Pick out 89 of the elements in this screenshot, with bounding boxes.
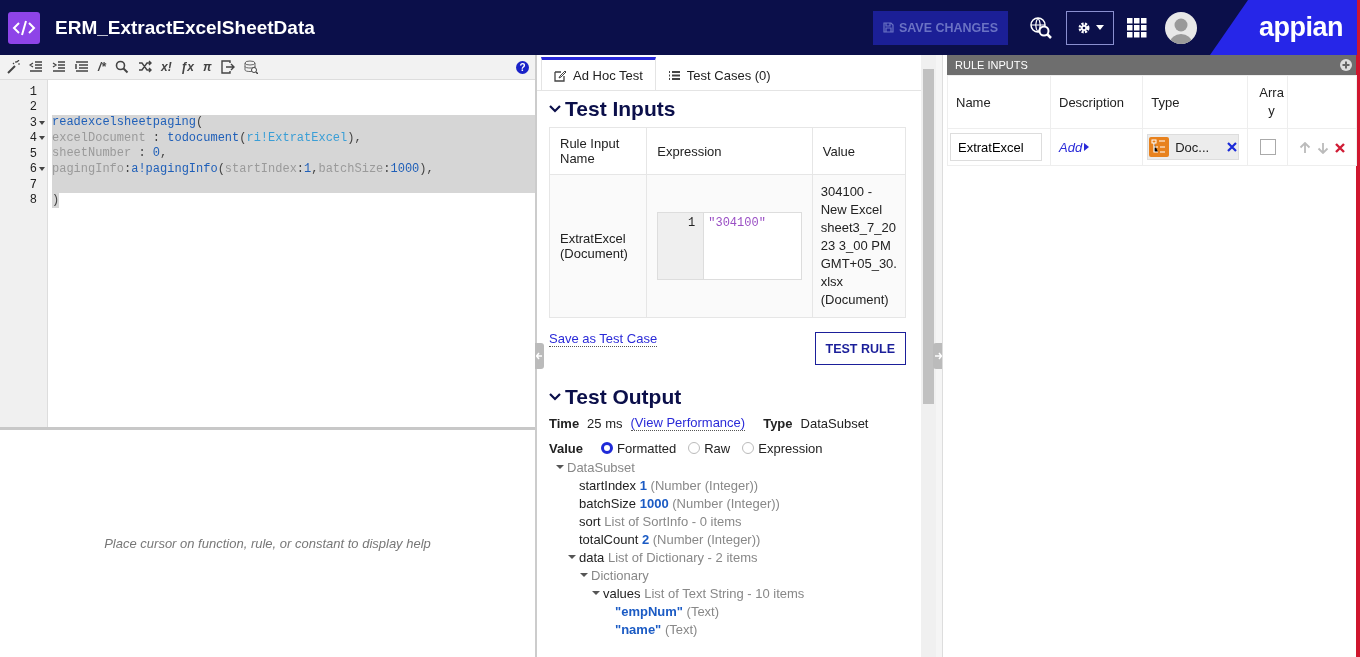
toolbar-button[interactable]: x! <box>161 60 172 74</box>
checkbox[interactable] <box>1259 139 1276 156</box>
line-number: 2 <box>29 100 38 115</box>
tree-item: "empNum" (Text) <box>615 603 720 619</box>
help-button[interactable]: ? <box>516 60 529 74</box>
outdent-icon[interactable] <box>29 60 43 74</box>
field-label: Time <box>549 415 580 431</box>
tree-item[interactable]: values List of Text String - 10 items <box>603 585 805 601</box>
column-header: Rule Input Name <box>549 127 647 175</box>
splitter-handle[interactable] <box>535 343 544 369</box>
tree-item[interactable]: data List of Dictionary - 2 items <box>579 549 758 565</box>
database-search-icon[interactable] <box>243 60 258 74</box>
add-link[interactable]: Add <box>1059 139 1090 155</box>
tree-item: startIndex 1 (Number (Integer)) <box>579 477 759 493</box>
tree-item[interactable]: DataSubset <box>567 459 635 475</box>
line-number: 1 <box>29 84 38 99</box>
help-text: Place cursor on function, rule, or constant to display help <box>104 536 431 551</box>
time-value: 25 ms <box>587 415 623 431</box>
scrollbar-track[interactable] <box>921 55 936 657</box>
line-number: 8 <box>29 193 38 208</box>
tree-item: totalCount 2 (Number (Integer)) <box>579 531 761 547</box>
column-header: Array <box>1247 75 1288 129</box>
toolbar-button[interactable]: /* <box>98 60 106 74</box>
expression-text: "304100" <box>707 215 767 232</box>
line-number: 4 <box>29 131 47 146</box>
field-label: Value <box>549 440 583 456</box>
line-number: 5 <box>29 146 38 161</box>
save-icon <box>882 22 894 33</box>
fold-caret-icon[interactable] <box>39 120 45 125</box>
shuffle-icon[interactable] <box>138 60 152 74</box>
brand-logo: appian <box>1210 0 1360 55</box>
panel-title: RULE INPUTS <box>955 59 1028 71</box>
radio-option[interactable]: Formatted <box>600 440 677 456</box>
indent-icon[interactable] <box>52 60 66 74</box>
table-cell: 304100 - New Excel sheet3_7_2023 3_00 PM GMT+05_30.xlsx (Document) <box>812 174 906 318</box>
caret-icon <box>1095 25 1104 30</box>
search-icon[interactable] <box>115 60 129 74</box>
column-header: Expression <box>646 127 813 175</box>
apps-grid-icon[interactable] <box>1127 17 1147 38</box>
add-icon[interactable] <box>1340 59 1352 71</box>
window-title: ERM_ExtractExcelSheetData <box>55 16 315 39</box>
tree-item: "name" (Text) <box>615 621 698 637</box>
settings-button[interactable] <box>1066 10 1114 45</box>
tab[interactable]: Ad Hoc Test <box>541 57 656 90</box>
table-cell: ExtratExcel (Document) <box>549 174 647 318</box>
remove-icon[interactable] <box>1227 142 1238 152</box>
toolbar-button[interactable]: ƒx <box>180 60 195 74</box>
tree-diagram-icon <box>1149 137 1170 157</box>
tree-item[interactable]: Dictionary <box>591 567 649 583</box>
line-number: 3 <box>29 115 47 130</box>
caret-icon <box>1084 143 1090 151</box>
tree-item: sort List of SortInfo - 0 items <box>579 513 742 529</box>
fold-caret-icon[interactable] <box>39 136 45 141</box>
column-header: Name <box>947 75 1051 129</box>
test-rule-button[interactable]: TEST RULE <box>814 332 906 365</box>
view-performance-link[interactable]: (View Performance) <box>630 415 746 431</box>
avatar[interactable] <box>1165 11 1197 44</box>
save-test-case-link[interactable]: Save as Test Case <box>549 331 658 347</box>
expression-field[interactable]: 1 "304100" <box>657 212 802 280</box>
scrollbar-thumb[interactable] <box>923 69 934 404</box>
field-label: Type <box>763 415 793 431</box>
column-header: Type <box>1142 75 1248 129</box>
fold-caret-icon[interactable] <box>39 167 45 172</box>
type-name: Doc... <box>1175 139 1211 155</box>
line-number: 6 <box>29 162 47 177</box>
line-number: 1 <box>658 213 705 279</box>
splitter-handle[interactable] <box>933 343 942 369</box>
list-icon <box>667 68 681 82</box>
type-chip[interactable]: Doc... <box>1147 134 1240 160</box>
edit-icon <box>554 68 567 82</box>
name-field[interactable]: ExtratExcel <box>950 133 1042 161</box>
section-header[interactable]: Test Inputs <box>549 97 909 121</box>
tab[interactable]: Test Cases (0) <box>655 57 783 90</box>
column-header: Value <box>812 127 906 175</box>
type-value: DataSubset <box>800 415 869 431</box>
list-icon[interactable] <box>75 60 89 74</box>
gear-icon <box>1076 20 1091 35</box>
line-number: 7 <box>29 177 38 192</box>
tree-item: batchSize 1000 (Number (Integer)) <box>579 495 780 511</box>
code-icon <box>8 11 40 44</box>
exit-icon[interactable] <box>220 60 235 74</box>
column-header: Description <box>1050 75 1143 129</box>
toolbar-button[interactable]: π <box>203 60 212 74</box>
section-header[interactable]: Test Output <box>549 385 909 409</box>
delete-icon[interactable] <box>1335 143 1345 154</box>
radio-option[interactable]: Expression <box>742 440 823 456</box>
globe-search-icon[interactable] <box>1029 15 1053 40</box>
wand-icon[interactable] <box>6 60 20 74</box>
radio-option[interactable]: Raw <box>688 440 731 456</box>
